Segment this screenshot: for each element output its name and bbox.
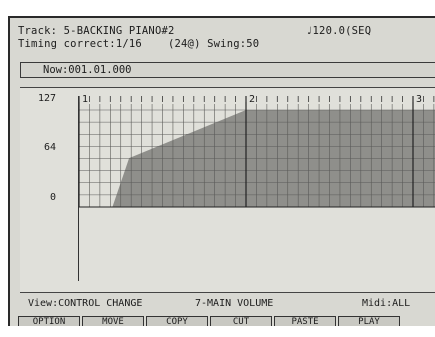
y-label-64: 64 bbox=[43, 142, 56, 153]
soft-key-row: OPTION MOVE COPY CUT PASTE PLAY bbox=[18, 316, 435, 326]
move-button[interactable]: MOVE bbox=[82, 316, 144, 326]
controller-label[interactable]: 7-MAIN VOLUME bbox=[195, 298, 273, 309]
copy-button[interactable]: COPY bbox=[146, 316, 208, 326]
midi-label[interactable]: Midi:ALL bbox=[362, 298, 410, 309]
status-bar: View:CONTROL CHANGE 7-MAIN VOLUME Midi:A… bbox=[20, 298, 435, 312]
control-change-graph[interactable]: 127 64 0 1 2 3 bbox=[20, 87, 435, 293]
track-label[interactable]: Track: 5-BACKING PIANO#2 bbox=[18, 25, 175, 37]
y-label-127: 127 bbox=[37, 93, 56, 104]
now-position: Now:001.01.000 bbox=[43, 64, 132, 76]
sequencer-screen: Track: 5-BACKING PIANO#2 ♩120.0(SEQ Timi… bbox=[8, 16, 435, 326]
cut-button[interactable]: CUT bbox=[210, 316, 272, 326]
bar-number-3: 3 bbox=[416, 94, 423, 105]
y-label-0: 0 bbox=[49, 192, 56, 203]
play-button[interactable]: PLAY bbox=[338, 316, 400, 326]
cc-plot-svg bbox=[78, 96, 435, 208]
option-button[interactable]: OPTION bbox=[18, 316, 80, 326]
now-position-box[interactable]: Now:001.01.000 bbox=[20, 62, 435, 78]
tempo-readout: ♩120.0(SEQ bbox=[306, 25, 372, 37]
paste-button[interactable]: PASTE bbox=[274, 316, 336, 326]
bar-number-2: 2 bbox=[249, 94, 256, 105]
view-label[interactable]: View:CONTROL CHANGE bbox=[28, 298, 142, 309]
timing-correct[interactable]: Timing correct:1/16 (24@) Swing:50 bbox=[18, 38, 259, 50]
bar-number-1: 1 bbox=[82, 94, 89, 105]
plot-area[interactable]: 1 2 3 bbox=[78, 94, 435, 281]
